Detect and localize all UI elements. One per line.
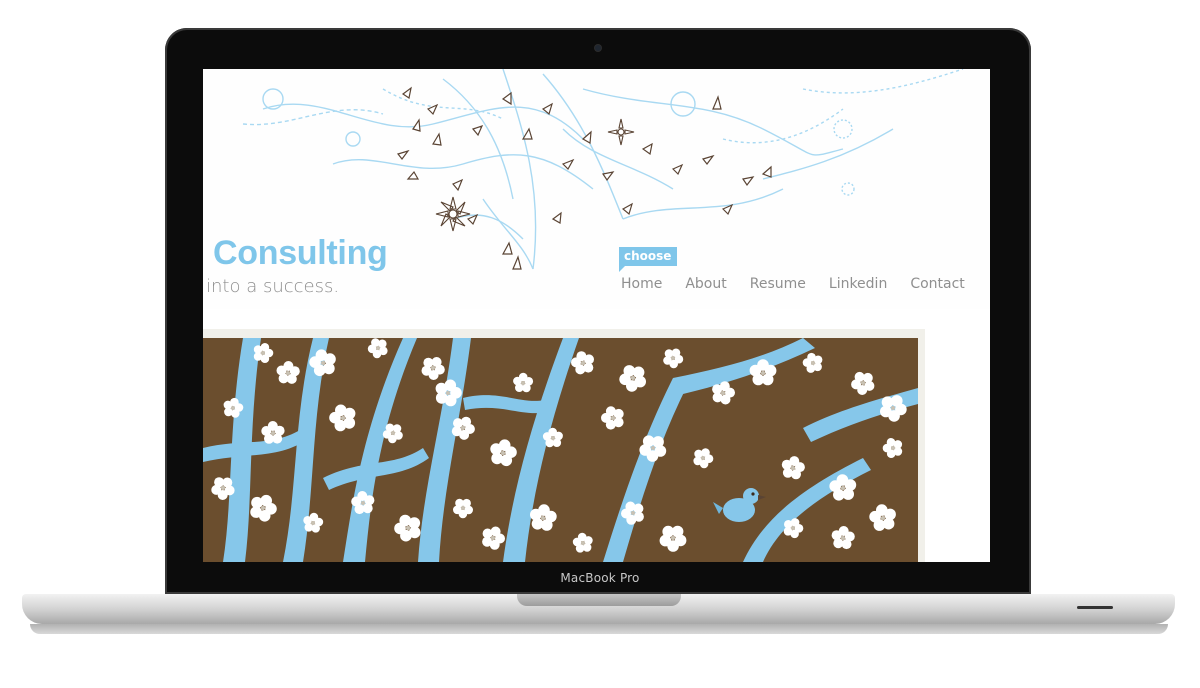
blossom-flower (601, 406, 624, 430)
blossom-flower (712, 381, 735, 405)
laptop-base-lip (30, 624, 1168, 634)
laptop-notch (517, 594, 681, 606)
cherry-blossom-tree-illustration (203, 338, 918, 562)
bird-icon (713, 488, 766, 522)
blossom-flower (571, 351, 594, 375)
blossom-flower (261, 421, 285, 444)
blossom-flower (490, 439, 517, 467)
blossom-flower (831, 526, 855, 550)
site-header: Consulting into a success. choose Home A… (203, 69, 990, 309)
website-viewport: Consulting into a success. choose Home A… (203, 69, 990, 562)
choose-badge: choose (619, 247, 678, 266)
blossom-flower (367, 338, 388, 359)
blossom-flower (530, 504, 557, 531)
blossom-flower (659, 525, 687, 552)
model-label: MacBook Pro (560, 571, 640, 585)
nav-contact[interactable]: Contact (910, 276, 964, 292)
blossom-flower (482, 526, 505, 550)
laptop-mockup: Consulting into a success. choose Home A… (0, 0, 1200, 688)
nav-linkedin[interactable]: Linkedin (829, 276, 887, 292)
blossom-flower (693, 448, 714, 469)
nav-home[interactable]: Home (621, 276, 662, 292)
blossom-flower (781, 456, 805, 480)
choose-badge-tail (619, 266, 625, 272)
main-nav: Home About Resume Linkedin Contact (621, 276, 988, 292)
blossom-flower (250, 494, 277, 522)
cherry-blossom-banner (203, 338, 918, 562)
banner-frame (203, 329, 925, 562)
blossom-flower (619, 365, 646, 392)
blossom-flower (394, 514, 421, 542)
blossom-flower (253, 343, 274, 363)
sleep-indicator (1077, 606, 1113, 609)
camera-icon (595, 45, 601, 51)
brand-title: Consulting (213, 234, 388, 272)
blossom-flower (783, 518, 804, 539)
blossom-flower (421, 357, 445, 380)
blossom-flower (572, 532, 593, 553)
floral-ornament-icon (242, 69, 964, 270)
blossom-flower (663, 348, 684, 369)
blossom-flower (453, 498, 474, 519)
blossom-flower (802, 352, 823, 373)
blossom-flower (276, 361, 300, 384)
nav-resume[interactable]: Resume (750, 276, 806, 292)
nav-about[interactable]: About (685, 276, 726, 292)
blossom-flower (513, 372, 534, 393)
blossom-flower (869, 504, 896, 531)
blossom-flower (882, 438, 903, 458)
blossom-flower (329, 404, 356, 432)
tagline: into a success. (206, 276, 340, 297)
blossom-flower (851, 371, 875, 395)
